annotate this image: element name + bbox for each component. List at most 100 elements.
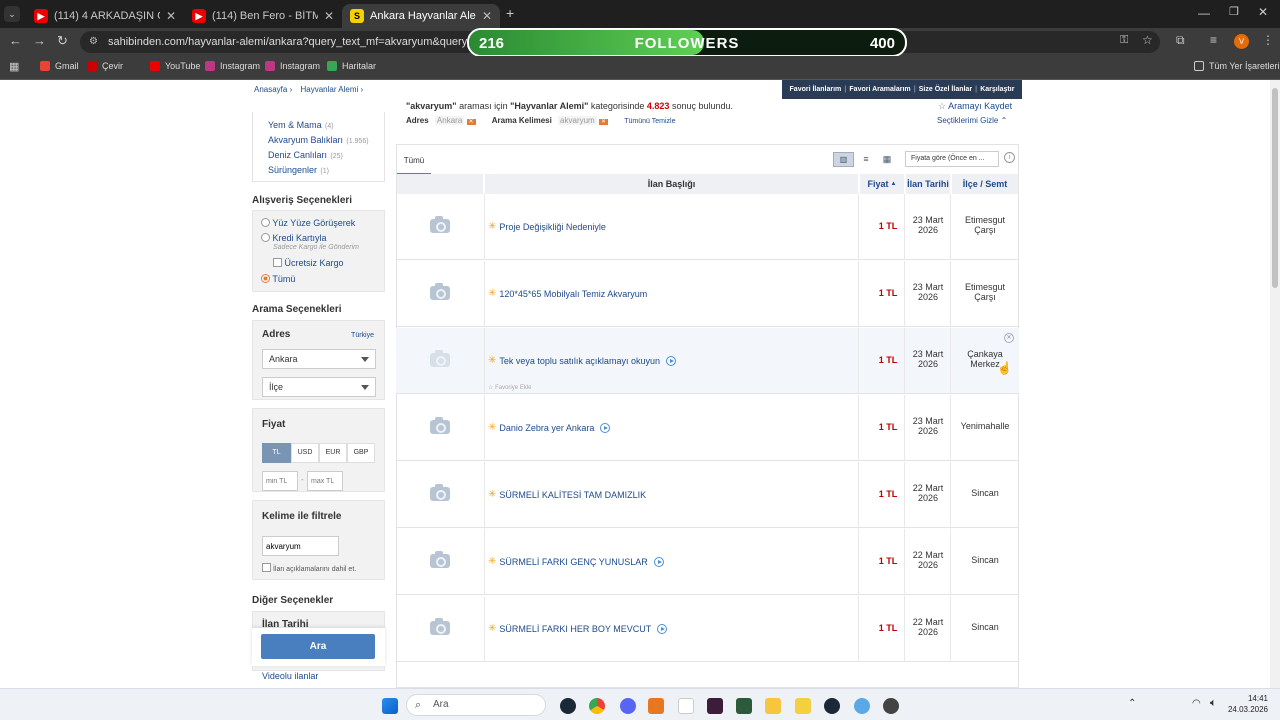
header-date[interactable]: İlan Tarihi xyxy=(906,174,950,194)
close-icon[interactable]: ✕ xyxy=(166,9,176,23)
keyword-input[interactable] xyxy=(262,536,339,556)
checkbox-free-cargo[interactable]: Ücretsiz Kargo xyxy=(273,258,344,268)
steam-icon[interactable] xyxy=(560,698,576,714)
favorite-listings-link[interactable]: Favori İlanlarım xyxy=(790,86,842,93)
tab-2[interactable]: ▶ (114) Ben Fero - BİTMİYOR - Yo ✕ xyxy=(184,4,342,28)
search-button[interactable]: Ara xyxy=(261,634,375,659)
category-item[interactable]: Akvaryum Balıkları (1.956) xyxy=(268,132,369,146)
bookmark-maps[interactable]: Haritalar xyxy=(327,61,376,71)
bookmark-star-icon[interactable]: ☆ xyxy=(1142,33,1153,47)
category-item[interactable]: Sürüngenler (1) xyxy=(268,162,329,176)
currency-tl-button[interactable]: TL xyxy=(262,443,291,463)
dismiss-icon[interactable]: ✕ xyxy=(1004,333,1014,343)
favorite-add-link[interactable]: ☆ Favoriye Ekle xyxy=(488,384,531,391)
volume-icon[interactable]: 🔈︎ xyxy=(1210,697,1217,710)
document-icon[interactable] xyxy=(678,698,694,714)
header-price[interactable]: Fiyat ▲ xyxy=(860,174,904,194)
tool-icon[interactable] xyxy=(883,698,899,714)
remove-filter-icon[interactable]: ✕ xyxy=(466,119,476,125)
all-bookmarks[interactable]: Tüm Yer İşaretleri xyxy=(1194,61,1280,71)
windows-start-icon[interactable] xyxy=(382,698,398,714)
remove-filter-icon[interactable]: ✕ xyxy=(598,119,608,125)
tab-search-icon[interactable]: ⌄ xyxy=(4,6,20,22)
chrome-icon[interactable] xyxy=(589,698,605,714)
close-icon[interactable]: ✕ xyxy=(482,9,492,23)
close-icon[interactable]: ✕ xyxy=(324,9,334,23)
wifi-icon[interactable]: ◠ xyxy=(1192,698,1201,709)
notes-icon[interactable] xyxy=(795,698,811,714)
listing-title-link[interactable]: ✳ SÜRMELİ FARKI GENÇ YUNUSLAR xyxy=(488,556,664,567)
min-price-input[interactable] xyxy=(262,471,298,491)
chevron-up-icon[interactable]: ⌃ xyxy=(1128,698,1136,709)
table-row[interactable]: ✳ Proje Değişikliği Nedeniyle 1 TL 23 Mart 2… xyxy=(396,194,1019,260)
header-title[interactable]: İlan Başlığı xyxy=(485,174,858,194)
minimize-button[interactable]: — xyxy=(1198,6,1210,20)
apps-grid-icon[interactable]: ▦ xyxy=(9,60,19,73)
tab-3-active[interactable]: S Ankara Hayvanlar Alemi Satılık ✕ xyxy=(342,4,500,28)
special-listings-link[interactable]: Size Özel İlanlar xyxy=(919,86,972,93)
reload-icon[interactable]: ↻ xyxy=(57,33,68,49)
tab-all[interactable]: Tümü xyxy=(397,145,431,175)
view-gallery-icon[interactable]: ▦ xyxy=(878,152,896,167)
bookmark-instagram-1[interactable]: Instagram xyxy=(205,61,260,71)
steam-icon[interactable] xyxy=(824,698,840,714)
bookmark-youtube[interactable]: YouTube xyxy=(150,61,200,71)
header-location[interactable]: İlçe / Semt xyxy=(952,174,1018,194)
site-info-icon[interactable]: ⚙ xyxy=(89,31,98,53)
menu-kebab-icon[interactable]: ⋮ xyxy=(1262,33,1274,47)
radio-face-to-face[interactable]: Yüz Yüze Görüşerek xyxy=(261,218,355,228)
password-key-icon[interactable]: ⚿ xyxy=(1120,34,1128,47)
network-app-icon[interactable] xyxy=(854,698,870,714)
breadcrumb-category[interactable]: Hayvanlar Alemi xyxy=(300,85,358,94)
save-search-button[interactable]: ☆ Aramayı Kaydet xyxy=(938,101,1012,112)
max-price-input[interactable] xyxy=(307,471,343,491)
table-row[interactable]: ✳ SÜRMELİ FARKI GENÇ YUNUSLAR 1 TL 22 Mart 2… xyxy=(396,529,1019,595)
sort-select[interactable]: Fiyata göre (Önce en ... xyxy=(905,151,999,167)
extensions-icon[interactable]: ⧉ xyxy=(1176,33,1185,48)
listing-title-link[interactable]: ✳ SÜRMELİ FARKI HER BOY MEVCUT xyxy=(488,623,668,634)
table-row[interactable]: ✳ 120*45*65 Mobilyalı Temiz Akvaryum 1 TL 2… xyxy=(396,261,1019,327)
turkey-link[interactable]: Türkiye xyxy=(351,332,374,339)
bookmark-cevir[interactable]: Çevir xyxy=(87,61,123,71)
currency-gbp-button[interactable]: GBP xyxy=(347,443,375,463)
close-window-button[interactable]: ✕ xyxy=(1258,5,1268,19)
maximize-button[interactable]: ❐ xyxy=(1229,5,1239,18)
category-item[interactable]: Deniz Canlıları (25) xyxy=(268,147,343,161)
bookmark-gmail[interactable]: Gmail xyxy=(40,61,79,71)
table-row[interactable]: ✳ Danio Zebra yer Ankara 1 TL 23 Mart 2026 Ye… xyxy=(396,395,1019,461)
scrollbar-thumb[interactable] xyxy=(1272,88,1278,288)
currency-eur-button[interactable]: EUR xyxy=(319,443,347,463)
bookmark-instagram-2[interactable]: Instagram xyxy=(265,61,320,71)
radio-all[interactable]: Tümü xyxy=(261,274,295,284)
listing-title-link[interactable]: ✳ Proje Değişikliği Nedeniyle xyxy=(488,221,606,232)
game-launcher-icon[interactable] xyxy=(736,698,752,714)
view-compact-icon[interactable]: ≡ xyxy=(857,152,875,167)
currency-usd-button[interactable]: USD xyxy=(291,443,319,463)
video-listings-link[interactable]: Videolu ilanlar xyxy=(262,671,318,681)
table-row[interactable]: ✳ SÜRMELİ KALİTESİ TAM DAMIZLIK 1 TL 22 Mar… xyxy=(396,462,1019,528)
listing-title-link[interactable]: ✳ 120*45*65 Mobilyalı Temiz Akvaryum xyxy=(488,288,647,299)
folder-icon[interactable] xyxy=(765,698,781,714)
hide-selected-link[interactable]: Seçtiklerimi Gizle ⌃ xyxy=(937,116,1007,125)
new-tab-button[interactable]: + xyxy=(506,5,514,21)
clock[interactable]: 14:41 24.03.2026 xyxy=(1226,693,1268,715)
view-list-icon[interactable]: ▥ xyxy=(833,152,854,167)
editor-icon[interactable] xyxy=(707,698,723,714)
avatar[interactable]: V xyxy=(1234,34,1249,49)
back-icon[interactable]: ← xyxy=(9,33,22,48)
app-icon[interactable] xyxy=(648,698,664,714)
district-select[interactable]: İlçe xyxy=(262,377,376,397)
forward-icon[interactable]: → xyxy=(33,33,46,48)
listing-title-link[interactable]: ✳ Tek veya toplu satılık açıklamayı okuyu… xyxy=(488,355,676,366)
listing-title-link[interactable]: ✳ SÜRMELİ KALİTESİ TAM DAMIZLIK xyxy=(488,489,646,500)
radio-credit-card[interactable]: Kredi Kartıyla xyxy=(261,233,327,243)
media-icon[interactable]: ≡ xyxy=(1210,33,1217,47)
clear-all-link[interactable]: Tümünü Temizle xyxy=(624,118,675,125)
discord-icon[interactable] xyxy=(620,698,636,714)
table-row[interactable]: ✳ SÜRMELİ FARKI HER BOY MEVCUT 1 TL 22 Mart… xyxy=(396,596,1019,662)
include-description-checkbox[interactable]: İlan açıklamalarını dahil et. xyxy=(262,563,356,573)
tab-1[interactable]: ▶ (114) 4 ARKADAŞIN CİN ÇAĞIRI ✕ xyxy=(26,4,184,28)
breadcrumb-home[interactable]: Anasayfa xyxy=(254,85,287,94)
favorite-searches-link[interactable]: Favori Aramalarım xyxy=(849,86,910,93)
compare-link[interactable]: Karşılaştır xyxy=(980,86,1014,93)
